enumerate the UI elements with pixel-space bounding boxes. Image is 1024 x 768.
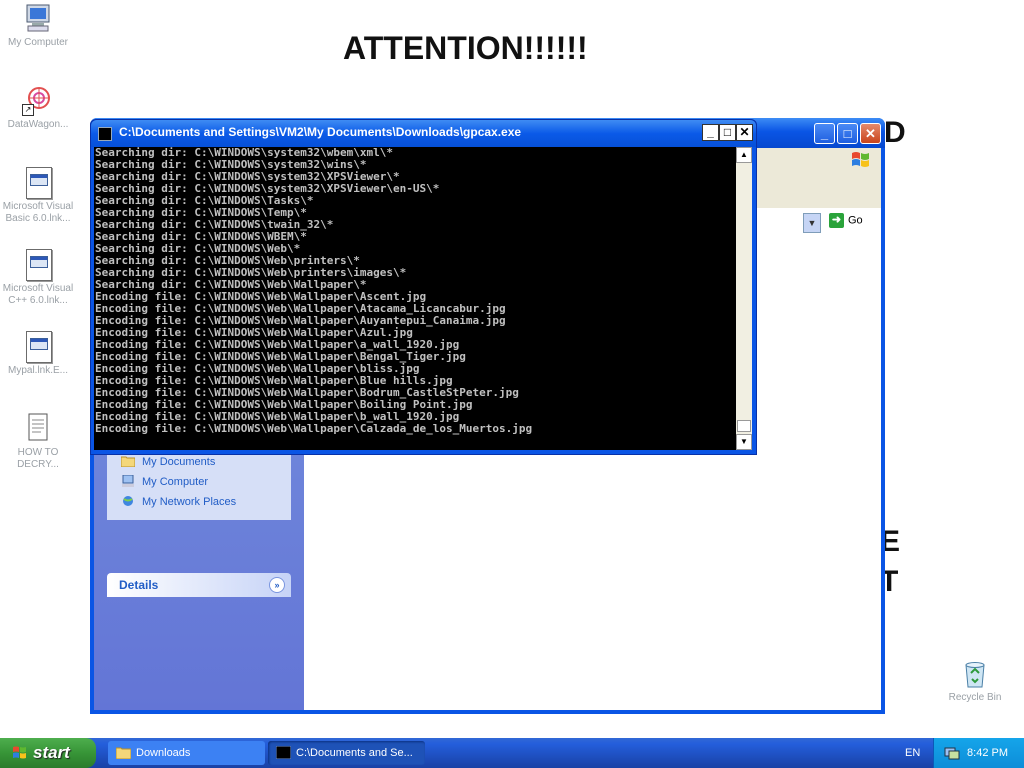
taskbar: start Downloads C:\Documents and Se... E…	[0, 738, 1024, 768]
go-label: Go	[848, 214, 863, 227]
desktop-icon-label: Microsoft Visual Basic 6.0.lnk...	[2, 201, 74, 224]
other-places-box: My Documents My Computer My Network Plac…	[107, 446, 291, 520]
details-panel-header[interactable]: Details »	[107, 573, 291, 597]
desktop-icon-label: My Computer	[7, 37, 68, 48]
console-scrollbar[interactable]: ▲ ▼	[736, 147, 752, 450]
desktop-icon-label: Mypal.lnk.E...	[7, 365, 69, 376]
taskpane-link-my-documents[interactable]: My Documents	[107, 452, 291, 472]
go-arrow-icon: ➜	[829, 213, 844, 228]
taskpane-link-my-computer[interactable]: My Computer	[107, 472, 291, 492]
folder-icon	[116, 747, 131, 759]
recycle-bin-icon	[959, 657, 991, 689]
taskpane-link-label: My Computer	[142, 476, 209, 488]
datawagon-icon: ↗	[22, 84, 54, 116]
console-output[interactable]: Searching dir: C:\WINDOWS\system32\wbem\…	[94, 147, 737, 450]
desktop-icon-label: Recycle Bin	[948, 692, 1002, 703]
scroll-down-arrow[interactable]: ▼	[736, 434, 752, 450]
taskbar-button-downloads[interactable]: Downloads	[108, 741, 265, 765]
ransom-attention-heading: ATTENTION!!!!!!	[343, 30, 588, 66]
maximize-button[interactable]: □	[837, 123, 858, 144]
windows-flag-icon	[850, 150, 872, 168]
console-window[interactable]: C:\Documents and Settings\VM2\My Documen…	[90, 119, 757, 455]
console-icon	[276, 746, 291, 759]
language-indicator[interactable]: EN	[905, 738, 920, 768]
go-button[interactable]: ➜ Go	[829, 213, 863, 228]
scroll-up-arrow[interactable]: ▲	[736, 147, 752, 163]
shortcut-file-icon	[22, 248, 54, 281]
console-title: C:\Documents and Settings\VM2\My Documen…	[119, 125, 522, 139]
console-minimize-button[interactable]: _	[702, 124, 719, 141]
start-button[interactable]: start	[0, 738, 96, 768]
desktop-icon-vc6[interactable]: Microsoft Visual C++ 6.0.lnk...	[0, 248, 76, 307]
desktop-icon-datawagon[interactable]: ↗ DataWagon...	[0, 84, 76, 131]
text-document-icon	[22, 412, 54, 444]
desktop-icon-label: DataWagon...	[7, 119, 69, 130]
console-app-icon	[98, 127, 112, 141]
ransom-text-fragment: D	[884, 116, 906, 149]
console-close-button[interactable]: ✕	[736, 124, 753, 141]
taskpane-link-label: My Network Places	[142, 496, 237, 508]
address-dropdown-button[interactable]: ▼	[803, 213, 821, 233]
minimize-button[interactable]: _	[814, 123, 835, 144]
console-maximize-button[interactable]: □	[719, 124, 736, 141]
taskbar-button-console[interactable]: C:\Documents and Se...	[268, 741, 425, 765]
chevron-down-icon[interactable]: »	[269, 577, 285, 593]
console-line: Encoding file: C:\WINDOWS\Web\Wallpaper\…	[95, 422, 533, 435]
desktop-icon-my-computer[interactable]: My Computer	[0, 2, 76, 49]
details-label: Details	[119, 578, 159, 592]
computer-icon	[122, 475, 134, 487]
shortcut-file-icon	[22, 166, 54, 199]
taskbar-button-label: C:\Documents and Se...	[296, 747, 413, 759]
taskbar-button-label: Downloads	[136, 747, 191, 759]
start-label: start	[33, 743, 70, 762]
scroll-thumb[interactable]	[737, 420, 751, 432]
console-titlebar[interactable]: C:\Documents and Settings\VM2\My Documen…	[91, 120, 756, 147]
desktop-icon-recycle-bin[interactable]: Recycle Bin	[937, 657, 1013, 704]
desktop-icon-mypal[interactable]: Mypal.lnk.E...	[0, 330, 76, 377]
desktop-icon-how-to-decrypt[interactable]: HOW TO DECRY...	[0, 412, 76, 471]
my-computer-icon	[22, 2, 54, 34]
network-places-icon	[123, 496, 133, 506]
desktop-icon-label: HOW TO DECRY...	[17, 447, 59, 470]
desktop-icon-vb6[interactable]: Microsoft Visual Basic 6.0.lnk...	[0, 166, 76, 225]
taskpane-link-label: My Documents	[142, 456, 216, 468]
shortcut-file-icon	[22, 330, 54, 363]
shortcut-arrow-icon: ↗	[22, 104, 34, 116]
clock[interactable]: 8:42 PM	[967, 738, 1008, 768]
close-button[interactable]: ✕	[860, 123, 881, 144]
network-status-icon[interactable]	[944, 746, 960, 760]
system-tray: 8:42 PM	[933, 738, 1024, 768]
taskpane-link-my-network-places[interactable]: My Network Places	[107, 492, 291, 512]
folder-icon	[121, 456, 135, 467]
desktop-icon-label: Microsoft Visual C++ 6.0.lnk...	[2, 283, 74, 306]
windows-logo-icon	[13, 746, 26, 759]
